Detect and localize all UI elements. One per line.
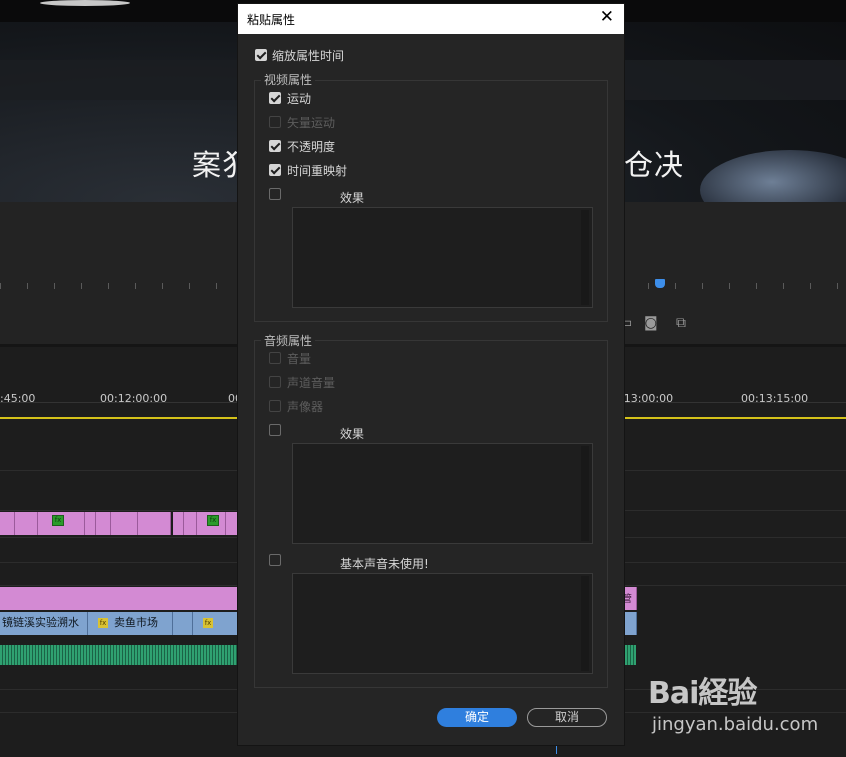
timecode-label: 00:12:00:00: [100, 392, 168, 405]
fx-badge: fx: [203, 618, 213, 628]
opacity-checkbox[interactable]: [269, 140, 281, 152]
video-effects-label: 效果: [340, 191, 365, 205]
video-clip[interactable]: [184, 512, 197, 535]
video-clip[interactable]: [15, 512, 38, 535]
essential-sound-label: 基本声音未使用!: [340, 557, 429, 571]
video-light-highlight: [40, 0, 130, 6]
cancel-button[interactable]: 取消: [527, 708, 607, 727]
opacity-label: 不透明度: [287, 140, 336, 154]
audio-effects-label: 效果: [340, 427, 365, 441]
monitor-playhead-marker[interactable]: [655, 279, 665, 288]
clip-name: 镜链溪实验溯水: [2, 616, 79, 629]
scrollbar[interactable]: [581, 576, 589, 671]
ok-button[interactable]: 确定: [437, 708, 517, 727]
timecode-label: :13:00:00: [620, 392, 674, 405]
channel-volume-label: 声道音量: [287, 376, 336, 390]
audio-effects-list[interactable]: [292, 443, 593, 544]
video-clip[interactable]: [111, 512, 138, 535]
dialog-title: 粘贴属性: [247, 13, 296, 27]
motion-checkbox[interactable]: [269, 92, 281, 104]
audio-clip-waveform[interactable]: [0, 645, 238, 665]
video-clip[interactable]: fx: [197, 512, 226, 535]
video-object: [700, 150, 846, 202]
video-attributes-title: 视频属性: [261, 71, 316, 88]
video-clip-long[interactable]: [0, 587, 239, 610]
fx-badge: fx: [52, 515, 64, 526]
volume-checkbox[interactable]: [269, 352, 281, 364]
scale-attribute-times-label: 缩放属性时间: [272, 49, 345, 63]
video-clip[interactable]: fx: [38, 512, 85, 535]
motion-label: 运动: [287, 92, 312, 106]
scrollbar[interactable]: [581, 210, 589, 305]
time-remapping-label: 时间重映射: [287, 164, 348, 178]
dialog-titlebar: 粘贴属性 ✕: [238, 4, 624, 34]
fx-badge: fx: [98, 618, 108, 628]
paste-attributes-dialog: 粘贴属性 ✕ 缩放属性时间 视频属性 运动 矢量运动 不透明度 时间重映射 效果…: [237, 3, 625, 746]
clip-name: 卖鱼市场: [114, 616, 158, 629]
baidu-jingyan-watermark-logo: Bai経验: [648, 676, 757, 711]
vector-motion-checkbox[interactable]: [269, 116, 281, 128]
essential-sound-checkbox[interactable]: [269, 554, 281, 566]
scrollbar[interactable]: [581, 446, 589, 541]
timecode-label: :45:00: [0, 392, 36, 405]
video-clip[interactable]: [85, 512, 96, 535]
video-clip-blue[interactable]: [173, 612, 193, 635]
video-clip[interactable]: [138, 512, 171, 535]
export-frame-camera-icon[interactable]: ◙: [644, 315, 658, 331]
scale-attribute-times-checkbox[interactable]: [255, 49, 267, 61]
video-clip[interactable]: [0, 512, 15, 535]
audio-effects-checkbox[interactable]: [269, 424, 281, 436]
video-effects-list[interactable]: [292, 207, 593, 308]
panner-label: 声像器: [287, 400, 324, 414]
fx-badge: fx: [207, 515, 219, 526]
time-remapping-checkbox[interactable]: [269, 164, 281, 176]
comparison-view-icon[interactable]: ⧉: [676, 315, 686, 331]
essential-sound-list[interactable]: [292, 573, 593, 674]
channel-volume-checkbox[interactable]: [269, 376, 281, 388]
panner-checkbox[interactable]: [269, 400, 281, 412]
video-clip-blue[interactable]: fx: [193, 612, 239, 635]
video-clip[interactable]: [173, 512, 184, 535]
baidu-jingyan-watermark-url: jingyan.baidu.com: [652, 714, 819, 735]
subtitle-right: 仓决: [624, 148, 685, 182]
audio-attributes-title: 音频属性: [261, 332, 316, 349]
close-icon[interactable]: ✕: [600, 7, 614, 27]
volume-label: 音量: [287, 352, 312, 366]
video-clip[interactable]: [96, 512, 111, 535]
vector-motion-label: 矢量运动: [287, 116, 336, 130]
video-clip-blue[interactable]: 镜链溪实验溯水: [0, 612, 88, 635]
timecode-label: 00:13:15:00: [741, 392, 809, 405]
video-clip-blue[interactable]: fx 卖鱼市场: [88, 612, 173, 635]
video-effects-checkbox[interactable]: [269, 188, 281, 200]
